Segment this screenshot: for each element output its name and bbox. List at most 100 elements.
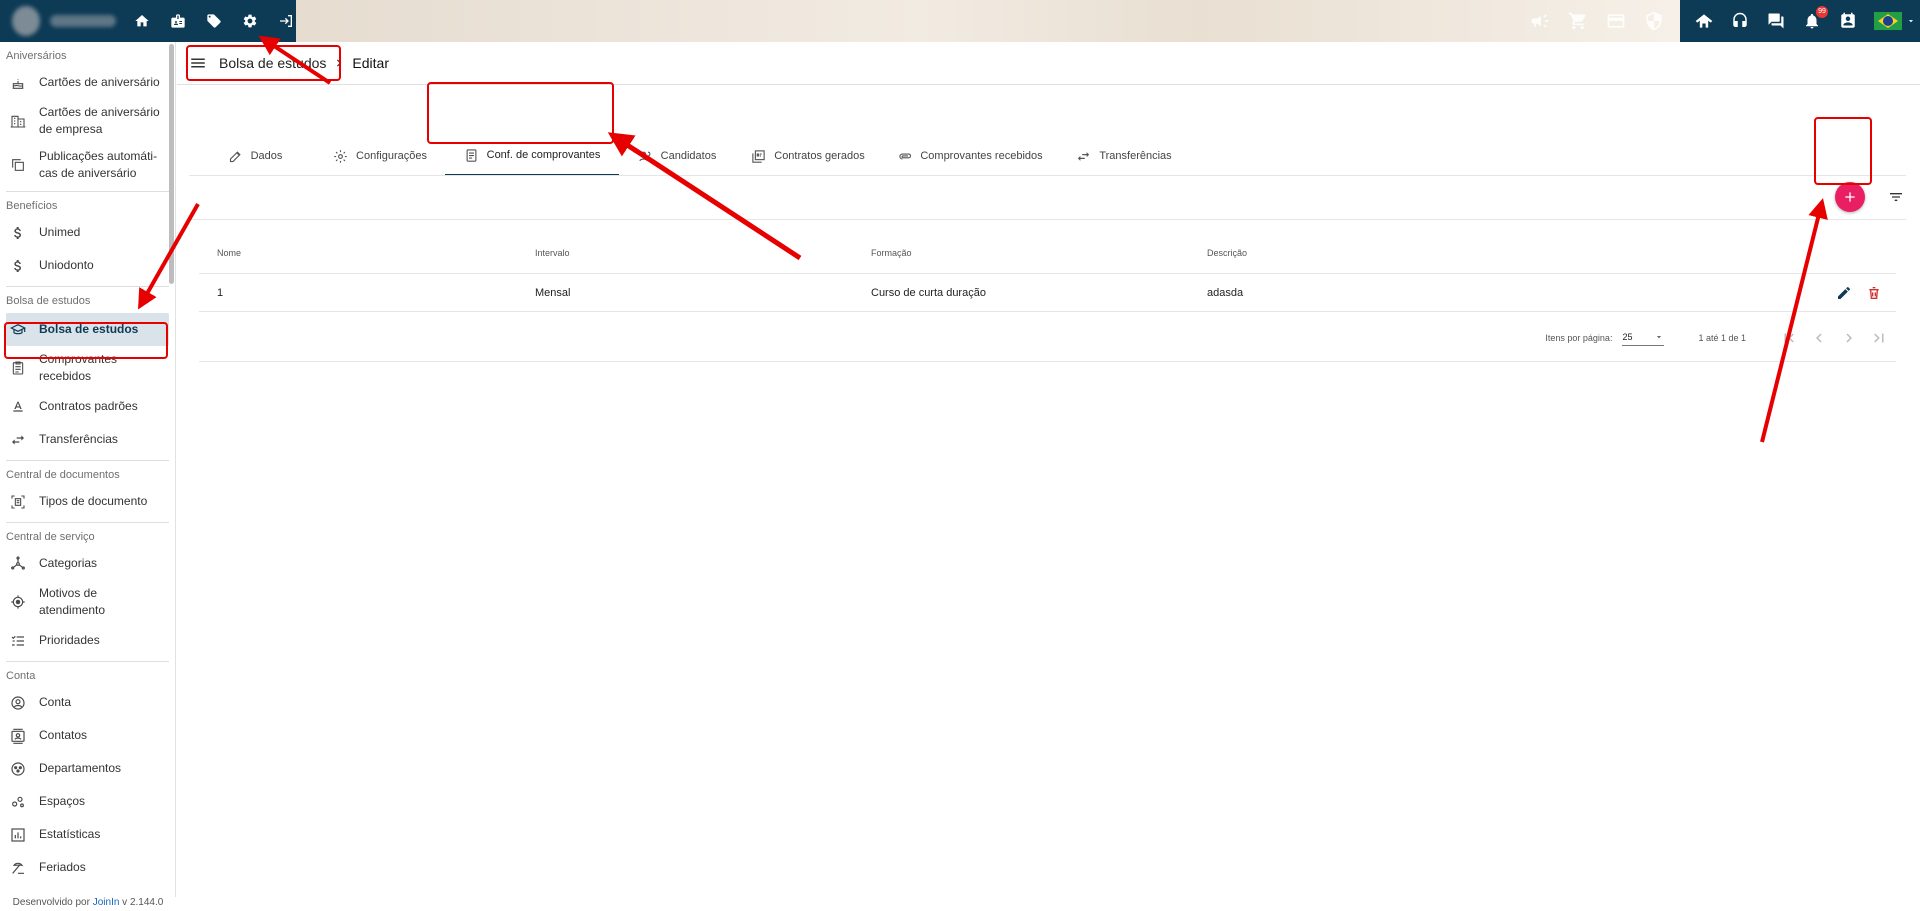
sidebar-item-espacos[interactable]: Espaços: [0, 785, 175, 818]
sidebar-item-bolsa-de-estudos[interactable]: Bolsa de estudos: [6, 313, 169, 346]
cell-actions: [1707, 285, 1896, 301]
add-button[interactable]: [1835, 182, 1865, 212]
sidebar-item-transferencias[interactable]: Transferências: [0, 423, 175, 456]
logout-icon[interactable]: [276, 11, 296, 31]
header-formacao[interactable]: Formação: [871, 248, 1207, 258]
megaphone-icon[interactable]: [1530, 11, 1550, 31]
tab-comprovantes-recebidos[interactable]: Comprovantes recebidos: [881, 136, 1059, 176]
sidebar-item-label: Contratos padrões: [39, 399, 138, 413]
chat-icon[interactable]: [1766, 11, 1786, 31]
header-descricao[interactable]: Descrição: [1207, 248, 1707, 258]
table-row[interactable]: 1 Mensal Curso de curta duração adasda: [199, 274, 1896, 312]
tab-label: Contratos gerados: [774, 150, 865, 162]
section-title-bolsa: Bolsa de estudos: [6, 295, 91, 307]
calendar-icon[interactable]: [1838, 11, 1858, 31]
header-intervalo[interactable]: Intervalo: [535, 248, 871, 258]
sidebar-item-label: Comprovantes recebidos: [39, 352, 118, 383]
contacts-icon: [10, 728, 26, 744]
brazil-flag-icon[interactable]: [1874, 12, 1902, 30]
tab-candidatos[interactable]: Candidatos: [619, 136, 735, 176]
sidebar-item-motivos-atendimento[interactable]: Motivos de atendimento: [0, 580, 175, 624]
cart-icon[interactable]: [1568, 11, 1588, 31]
section-title-beneficios: Benefícios: [6, 200, 58, 212]
sidebar-item-label: Unimed: [39, 225, 81, 239]
sidebar-item-cartoes-aniversario[interactable]: Cartões de aniversário: [0, 66, 175, 99]
breadcrumb-parent[interactable]: Bolsa de estudos: [219, 55, 326, 71]
sidebar-item-uniodonto[interactable]: Uniodonto: [0, 249, 175, 282]
spaces-icon: [10, 794, 26, 810]
sidebar-item-categorias[interactable]: Categorias: [0, 547, 175, 580]
home-icon[interactable]: [132, 11, 152, 31]
gear-icon: [333, 149, 348, 164]
menu-icon[interactable]: [189, 54, 207, 72]
chevron-right-icon: [332, 56, 346, 70]
sidebar-item-tipos-documento[interactable]: Tipos de documento: [0, 485, 175, 518]
next-page-icon[interactable]: [1840, 329, 1858, 347]
receipt-icon: [464, 148, 479, 163]
tab-label: Dados: [250, 150, 283, 162]
badge-icon[interactable]: [168, 11, 188, 31]
tab-conf-comprovantes[interactable]: Conf. de comprovantes: [445, 136, 619, 176]
header-nome[interactable]: Nome: [199, 248, 535, 258]
footer-brand-link[interactable]: JoinIn: [93, 897, 120, 908]
first-page-icon[interactable]: [1780, 329, 1798, 347]
filter-icon[interactable]: [1888, 189, 1904, 205]
edit-icon[interactable]: [1836, 285, 1852, 301]
tab-dados[interactable]: Dados: [195, 136, 315, 176]
sidebar-item-contatos[interactable]: Contatos: [0, 719, 175, 752]
sidebar-item-conta[interactable]: Conta: [0, 686, 175, 719]
sidebar-item-contratos-padroes[interactable]: Contratos padrões: [0, 390, 175, 423]
tab-configuracoes[interactable]: Configurações: [315, 136, 445, 176]
username-blurred: [50, 15, 116, 27]
sidebar-item-label: Conta: [39, 695, 72, 709]
shield-icon[interactable]: [1644, 11, 1664, 31]
sidebar-item-label: Uniodonto: [39, 258, 94, 272]
account-circle-icon: [10, 695, 26, 711]
sidebar-item-publicacoes[interactable]: Publicações automáti-cas de aniversário: [0, 143, 175, 187]
sidebar-item-unimed[interactable]: Unimed: [0, 216, 175, 249]
pencil-icon: [228, 149, 243, 164]
table-header: Nome Intervalo Formação Descrição: [199, 232, 1896, 274]
dropdown-arrow-icon: [1654, 332, 1664, 342]
sidebar-item-comprovantes-recebidos[interactable]: Comprovantes recebidos: [0, 346, 175, 390]
clipboard-icon: [10, 360, 26, 376]
top-bar-right: 99: [1680, 0, 1920, 42]
delete-icon[interactable]: [1866, 285, 1882, 301]
copy-icon: [10, 157, 26, 173]
sidebar-item-label: Feriados: [39, 860, 86, 874]
pdf-icon: [751, 149, 766, 164]
sidebar-item-cartoes-empresa[interactable]: Cartões de aniversário de empresa: [0, 99, 175, 143]
avatar[interactable]: [12, 6, 41, 36]
hub-icon: [10, 555, 26, 572]
section-title-aniversarios: Aniversários: [6, 50, 67, 62]
tab-transferencias[interactable]: Transferências: [1059, 136, 1189, 176]
footer-prefix: Desenvolvido por: [12, 897, 93, 908]
bell-icon[interactable]: 99: [1802, 6, 1828, 31]
sidebar-item-label: Contatos: [39, 728, 88, 742]
table-toolbar: [189, 176, 1906, 220]
sidebar-item-estatisticas[interactable]: Estatísticas: [0, 818, 175, 851]
sidebar-scrollbar[interactable]: [169, 44, 174, 284]
beach-icon: [10, 860, 26, 876]
top-bar-left: [0, 0, 296, 42]
tab-contratos-gerados[interactable]: Contratos gerados: [735, 136, 881, 176]
sidebar-item-feriados[interactable]: Feriados: [0, 851, 175, 884]
sidebar-item-departamentos[interactable]: Departamentos: [0, 752, 175, 785]
tag-icon[interactable]: [204, 11, 224, 31]
handshake-icon[interactable]: [1694, 11, 1714, 31]
sidebar: Aniversários Cartões de aniversário Cart…: [0, 42, 176, 911]
items-per-page-label: Itens por página:: [1545, 332, 1613, 343]
breadcrumb-current: Editar: [352, 55, 389, 71]
sidebar-item-label: Cartões de aniversário de empresa: [39, 105, 160, 136]
cell-descricao: adasda: [1207, 286, 1244, 299]
previous-page-icon[interactable]: [1810, 329, 1828, 347]
items-per-page-select[interactable]: 25: [1622, 330, 1665, 346]
card-icon[interactable]: [1606, 11, 1626, 31]
last-page-icon[interactable]: [1870, 329, 1888, 347]
gear-icon[interactable]: [240, 11, 260, 31]
sidebar-item-prioridades[interactable]: Prioridades: [0, 624, 175, 657]
chevron-down-icon[interactable]: [1906, 11, 1916, 31]
school-icon: [10, 322, 26, 338]
tab-label: Conf. de comprovantes: [486, 149, 601, 161]
headset-icon[interactable]: [1730, 11, 1750, 31]
